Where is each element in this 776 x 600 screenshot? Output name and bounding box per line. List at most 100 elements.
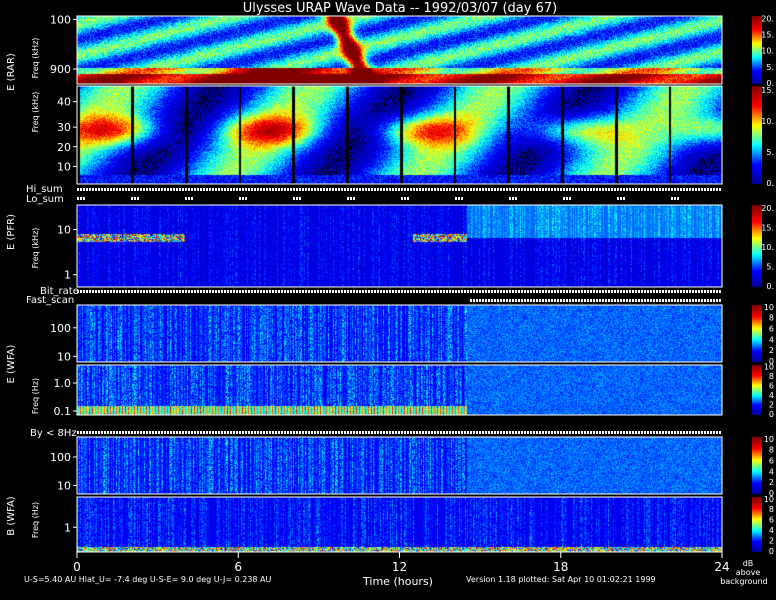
strip-by-8hz-mark xyxy=(611,431,613,434)
strip-lo-sum-mark xyxy=(563,197,565,200)
strip-hi-sum-mark xyxy=(470,188,472,191)
strip-by-8hz-mark xyxy=(668,431,670,434)
strip-by-8hz-mark xyxy=(347,431,349,434)
strip-hi-sum-mark xyxy=(710,188,712,191)
strip-bit-rate-mark xyxy=(173,290,175,293)
strip-fast-scan-mark xyxy=(623,299,625,302)
strip-lo-sum-mark xyxy=(83,197,85,200)
strip-bit-rate-mark xyxy=(287,290,289,293)
strip-by-8hz-mark xyxy=(218,431,220,434)
panel-6: 1 xyxy=(64,496,723,553)
strip-hi-sum-mark xyxy=(431,188,433,191)
strip-hi-sum-mark xyxy=(221,188,223,191)
strip-hi-sum-mark xyxy=(251,188,253,191)
strip-by-8hz-mark xyxy=(422,431,424,434)
strip-bit-rate-mark xyxy=(512,290,514,293)
strip-fast-scan-mark xyxy=(581,299,583,302)
strip-hi-sum-mark xyxy=(386,188,388,191)
strip-hi-sum-mark xyxy=(518,188,520,191)
strip-hi-sum-mark xyxy=(368,188,370,191)
strip-hi-sum-mark xyxy=(380,188,382,191)
strip-bit-rate-mark xyxy=(416,290,418,293)
strip-hi-sum-mark xyxy=(707,188,709,191)
strip-hi-sum-mark xyxy=(578,188,580,191)
strip-by-8hz-mark xyxy=(215,431,217,434)
strip-fast-scan-mark xyxy=(599,299,601,302)
strip-by-8hz-mark xyxy=(620,431,622,434)
y-tick-label-1-3: 40 xyxy=(57,96,71,109)
strip-hi-sum-mark xyxy=(188,188,190,191)
strip-bit-rate-mark xyxy=(716,290,718,293)
strip-bit-rate-mark xyxy=(428,290,430,293)
strip-bit-rate-mark xyxy=(272,290,274,293)
strip-fast-scan-mark xyxy=(641,299,643,302)
strip-by-8hz-mark xyxy=(110,431,112,434)
colorbar-tick-6-0: 0 xyxy=(769,547,774,556)
strip-hi-sum-mark xyxy=(149,188,151,191)
strip-lo-sum-mark xyxy=(620,197,622,200)
y-tick-label-0-0: 100 xyxy=(50,13,71,26)
strip-bit-rate-mark xyxy=(140,290,142,293)
strip-by-8hz-mark xyxy=(545,431,547,434)
strip-bit-rate-mark xyxy=(164,290,166,293)
strip-by-8hz-mark xyxy=(104,431,106,434)
strip-hi-sum-mark xyxy=(473,188,475,191)
strip-by-8hz-mark xyxy=(479,431,481,434)
strip-bit-rate-mark xyxy=(488,290,490,293)
strip-by-8hz-mark xyxy=(443,431,445,434)
label-by-8hz: By < 8Hz xyxy=(30,428,77,439)
strip-hi-sum-mark xyxy=(395,188,397,191)
strip-by-8hz-mark xyxy=(203,431,205,434)
strip-hi-sum-mark xyxy=(167,188,169,191)
strip-hi-sum-mark xyxy=(230,188,232,191)
strip-bit-rate-mark xyxy=(116,290,118,293)
strip-fast-scan-mark xyxy=(479,299,481,302)
strip-hi-sum-mark xyxy=(203,188,205,191)
colorbar-tick-3-4: 8 xyxy=(769,314,774,323)
strip-bit-rate-mark xyxy=(491,290,493,293)
colorbar-tick-3-5: 10 xyxy=(764,303,774,312)
strip-by-8hz-mark xyxy=(449,431,451,434)
strip-by-8hz-mark xyxy=(236,431,238,434)
strip-fast-scan-mark xyxy=(524,299,526,302)
strip-bit-rate-mark xyxy=(611,290,613,293)
strip-bit-rate-mark xyxy=(623,290,625,293)
strip-bit-rate-mark xyxy=(458,290,460,293)
strip-bit-rate-mark xyxy=(632,290,634,293)
strip-hi-sum-mark xyxy=(128,188,130,191)
strip-by-8hz-mark xyxy=(467,431,469,434)
strip-bit-rate-mark xyxy=(257,290,259,293)
strip-hi-sum-mark xyxy=(281,188,283,191)
strip-bit-rate-mark xyxy=(209,290,211,293)
strip-hi-sum-mark xyxy=(371,188,373,191)
strip-by-8hz-mark xyxy=(269,431,271,434)
strip-by-8hz-mark xyxy=(320,431,322,434)
strip-by-8hz-mark xyxy=(488,431,490,434)
strip-hi-sum-mark xyxy=(461,188,463,191)
strip-bit-rate-mark xyxy=(296,290,298,293)
strip-by-8hz-mark xyxy=(221,431,223,434)
colorbar-tick-1-0: 0. xyxy=(766,179,774,188)
strip-by-8hz-mark xyxy=(233,431,235,434)
strip-fast-scan-mark xyxy=(656,299,658,302)
strip-bit-rate-mark xyxy=(665,290,667,293)
colorbar-tick-1-2: 10. xyxy=(761,117,774,126)
heatmap-5 xyxy=(77,437,722,494)
strip-fast-scan-mark xyxy=(542,299,544,302)
strip-bit-rate-mark xyxy=(554,290,556,293)
strip-by-8hz-mark xyxy=(194,431,196,434)
strip-hi-sum-mark xyxy=(101,188,103,191)
strip-by-8hz-mark xyxy=(539,431,541,434)
strip-by-8hz-mark xyxy=(506,431,508,434)
strip-bit-rate-mark xyxy=(317,290,319,293)
strip-by-8hz-mark xyxy=(689,431,691,434)
strip-by-8hz-mark xyxy=(515,431,517,434)
strip-hi-sum-mark xyxy=(632,188,634,191)
strip-by-8hz-mark xyxy=(581,431,583,434)
strip-bit-rate-mark xyxy=(620,290,622,293)
strip-by-8hz-mark xyxy=(698,431,700,434)
strip-by-8hz-mark xyxy=(344,431,346,434)
strip-by-8hz-mark xyxy=(176,431,178,434)
strip-by-8hz-mark xyxy=(302,431,304,434)
strip-bit-rate-mark xyxy=(659,290,661,293)
